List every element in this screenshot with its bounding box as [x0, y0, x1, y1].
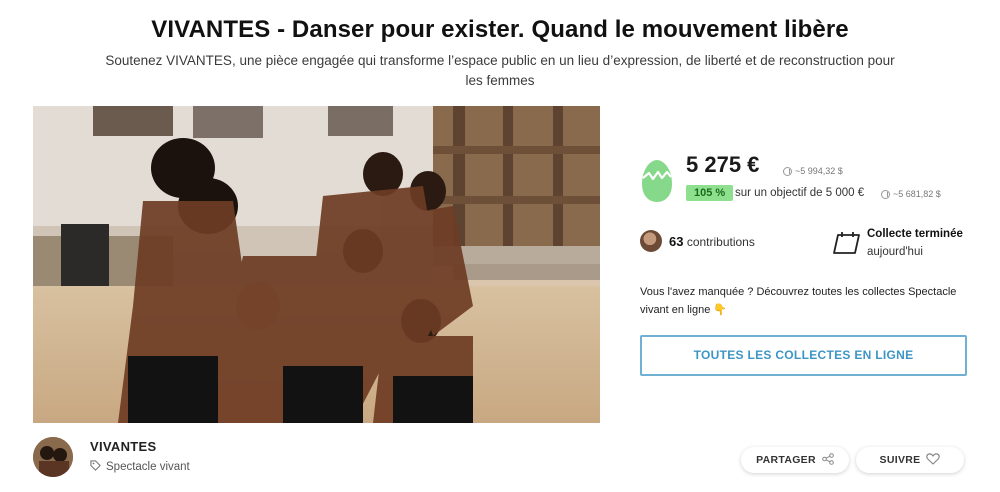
share-label: PARTAGER — [756, 454, 816, 466]
progress-badge: 105 % — [686, 185, 734, 201]
coin-icon — [783, 166, 792, 176]
follow-label: SUIVRE — [879, 454, 921, 466]
calendar-icon — [833, 231, 861, 255]
broken-egg-icon — [640, 158, 674, 204]
avatar[interactable] — [33, 437, 73, 477]
page-subtitle: Soutenez VIVANTES, une pièce engagée qui… — [105, 53, 895, 88]
avatar — [640, 230, 662, 252]
heart-icon — [926, 452, 941, 468]
amount-converted: ~5 994,32 $ — [783, 166, 843, 176]
amount-raised: 5 275 € — [686, 152, 760, 177]
coin-icon — [881, 189, 890, 199]
status-subtitle: aujourd'hui — [867, 246, 923, 258]
owner-name[interactable]: VIVANTES — [90, 439, 156, 454]
amount-converted-text: ~5 994,32 $ — [795, 166, 843, 176]
tag-icon — [90, 460, 101, 474]
missed-message: Vous l'avez manquée ? Découvrez toutes l… — [640, 286, 957, 316]
goal-text: sur un objectif de 5 000 € — [735, 187, 865, 199]
all-campaigns-button[interactable]: TOUTES LES COLLECTES EN LIGNE — [640, 335, 967, 376]
share-button[interactable]: PARTAGER — [741, 447, 849, 473]
owner-block[interactable]: VIVANTES Spectacle vivant — [33, 437, 433, 479]
owner-category-label: Spectacle vivant — [106, 461, 190, 473]
contributions-label: contributions — [686, 234, 755, 249]
owner-category[interactable]: Spectacle vivant — [90, 460, 190, 474]
status-title: Collecte terminée — [867, 228, 963, 240]
contributions[interactable]: 63 contributions — [640, 230, 755, 252]
hero-image — [33, 106, 600, 423]
contributions-count: 63 — [669, 233, 684, 249]
share-icon — [822, 452, 834, 468]
goal-converted-text: ~5 681,82 $ — [893, 189, 941, 199]
page-title: VIVANTES - Danser pour exister. Quand le… — [151, 16, 849, 43]
follow-button[interactable]: SUIVRE — [856, 447, 964, 473]
goal-converted: ~5 681,82 $ — [881, 189, 941, 199]
